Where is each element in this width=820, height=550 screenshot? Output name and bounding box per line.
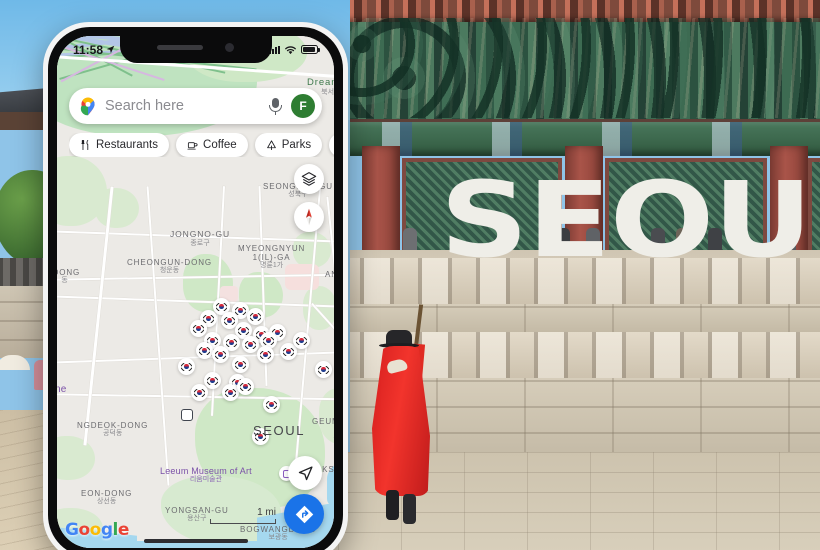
map-marker-flag[interactable] [242, 336, 259, 353]
status-bar-right [269, 45, 320, 55]
avatar[interactable]: F [291, 94, 315, 118]
map-road [83, 186, 114, 446]
korea-flag-icon [260, 350, 271, 359]
chip-parks[interactable]: Parks [254, 133, 323, 157]
map-marker-flag[interactable] [196, 342, 213, 359]
korea-flag-icon [283, 347, 294, 356]
map-marker-flag[interactable] [315, 361, 332, 378]
google-logo: Google [65, 520, 129, 540]
layers-icon [301, 172, 317, 186]
map-layers-button[interactable] [294, 164, 324, 194]
korea-flag-icon [216, 302, 227, 311]
map-marker-flag[interactable] [212, 346, 229, 363]
korea-flag-icon [203, 314, 214, 323]
search-bar[interactable]: Search here F [69, 88, 322, 124]
map-marker-flag[interactable] [257, 346, 274, 363]
korea-flag-icon [250, 312, 261, 321]
microphone-icon[interactable] [268, 97, 283, 115]
home-indicator[interactable] [143, 539, 248, 543]
korea-flag-icon [181, 362, 192, 371]
royal-guard [372, 304, 432, 535]
map-marker-flag[interactable] [190, 320, 207, 337]
navigation-arrow-icon [298, 465, 313, 480]
map-marker-flag[interactable] [204, 372, 221, 389]
guard-hat [379, 330, 419, 348]
korea-flag-icon [235, 306, 246, 315]
transit-station-icon [181, 409, 193, 421]
search-input[interactable]: Search here [105, 98, 260, 114]
map-marker-flag[interactable] [247, 308, 264, 325]
guard-legs [386, 490, 418, 530]
map-marker-flag[interactable] [263, 396, 280, 413]
korea-flag-icon [193, 324, 204, 333]
chip-label: Parks [281, 139, 312, 151]
map-marker-flag[interactable] [178, 358, 195, 375]
map-label: EON-DONG 상선동 [81, 489, 133, 506]
chip-hotels[interactable]: Hotels [329, 133, 334, 157]
korea-flag-icon [199, 346, 210, 355]
map-green-area [57, 436, 95, 480]
park-tree-icon [266, 140, 276, 151]
directions-icon [295, 505, 313, 523]
korea-flag-icon [194, 388, 205, 397]
chip-label: Restaurants [96, 139, 159, 151]
korea-flag-icon [235, 360, 246, 369]
korea-flag-icon [225, 388, 236, 397]
category-chips[interactable]: Restaurants Coffee Parks [69, 133, 334, 157]
phone-screen: 70 70 [57, 36, 334, 548]
phone-mockup: 70 70 [43, 22, 348, 550]
earpiece-speaker [157, 45, 203, 50]
my-location-button[interactable] [288, 456, 322, 490]
coffee-cup-icon [187, 142, 198, 150]
compass-icon [306, 208, 312, 226]
wifi-icon [285, 45, 296, 54]
korea-flag-icon [215, 350, 226, 359]
korea-flag-icon [318, 365, 329, 374]
scale-label: 1 mi [257, 507, 276, 518]
map-label: -DONG동 [57, 268, 81, 285]
location-arrow-icon [106, 45, 115, 54]
map-marker-flag[interactable] [191, 384, 208, 401]
korea-flag-icon [266, 400, 277, 409]
map-marker-flag[interactable] [232, 356, 249, 373]
korea-flag-icon [226, 338, 237, 347]
map-green-area [95, 188, 139, 228]
map-marker-flag[interactable] [237, 378, 254, 395]
korea-flag-icon [207, 376, 218, 385]
chip-coffee[interactable]: Coffee [176, 133, 248, 157]
google-maps-pin-icon [79, 97, 97, 116]
korea-flag-icon [240, 382, 251, 391]
seoul-title-overlay: SEOUL [440, 159, 820, 281]
chip-restaurants[interactable]: Restaurants [69, 133, 170, 157]
korea-flag-icon [296, 336, 307, 345]
map-marker-flag[interactable] [293, 332, 310, 349]
chip-label: Coffee [203, 139, 237, 151]
korea-flag-icon [255, 432, 266, 441]
map-marker-flag[interactable] [252, 428, 269, 445]
map-scale-bar: 1 mi [210, 507, 276, 524]
korea-flag-icon [263, 336, 274, 345]
korea-flag-icon [245, 340, 256, 349]
map-river-han [327, 439, 334, 509]
phone-bezel: 70 70 [48, 27, 343, 550]
map-road [57, 230, 334, 244]
battery-icon [301, 45, 320, 54]
restaurant-icon [81, 139, 89, 151]
phone-notch [119, 36, 272, 63]
map-compass-button[interactable] [294, 202, 324, 232]
scale-bar-line [210, 519, 276, 524]
status-bar-left: 11:58 [73, 43, 115, 57]
map-road [146, 186, 170, 486]
korea-flag-icon [224, 316, 235, 325]
directions-button[interactable] [284, 494, 324, 534]
korea-flag-icon [238, 326, 249, 335]
palace-eaves [350, 0, 820, 124]
front-camera [225, 43, 234, 52]
status-time: 11:58 [73, 42, 104, 57]
